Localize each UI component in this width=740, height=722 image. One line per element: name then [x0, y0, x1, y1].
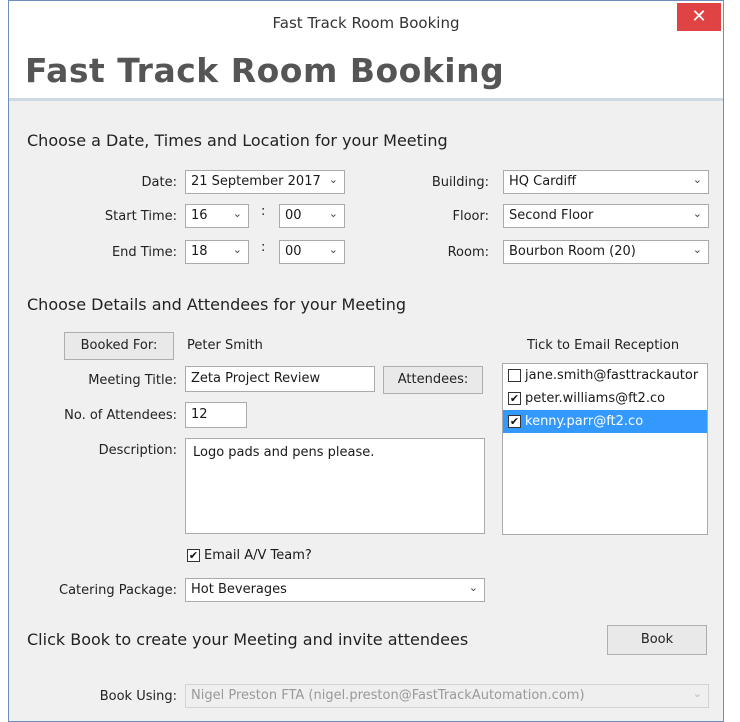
floor-value: Second Floor — [509, 208, 594, 223]
chevron-down-icon: ⌄ — [232, 243, 242, 256]
end-hour-select[interactable]: 18 ⌄ — [185, 240, 249, 264]
reception-email: peter.williams@ft2.co — [525, 391, 666, 406]
booked-for-button[interactable]: Booked For: — [64, 332, 174, 360]
meeting-title-label: Meeting Title: — [88, 373, 177, 388]
date-picker[interactable]: 21 September 2017 ⌄ — [185, 170, 345, 194]
chevron-down-icon: ⌄ — [328, 173, 338, 186]
checkbox-checked-icon: ✔ — [187, 549, 200, 562]
chevron-down-icon: ⌄ — [328, 243, 338, 256]
section-date-location-heading: Choose a Date, Times and Location for yo… — [27, 131, 448, 150]
app-window: Fast Track Room Booking ✕ Fast Track Roo… — [8, 0, 724, 722]
attendees-button[interactable]: Attendees: — [383, 366, 483, 394]
catering-label: Catering Package: — [59, 583, 177, 598]
end-minute-select[interactable]: 00 ⌄ — [279, 240, 345, 264]
reception-email: jane.smith@fasttrackautor — [525, 368, 699, 383]
start-minute-value: 00 — [285, 208, 302, 223]
start-minute-select[interactable]: 00 ⌄ — [279, 204, 345, 228]
floor-label: Floor: — [452, 209, 490, 224]
list-item[interactable]: jane.smith@fasttrackautor — [503, 364, 707, 387]
book-using-label: Book Using: — [99, 689, 177, 704]
chevron-down-icon: ⌄ — [692, 687, 702, 700]
start-hour-value: 16 — [191, 208, 208, 223]
building-label: Building: — [431, 175, 489, 190]
end-hour-value: 18 — [191, 244, 208, 259]
description-label: Description: — [98, 443, 177, 458]
catering-select[interactable]: Hot Beverages ⌄ — [185, 578, 485, 602]
num-attendees-label: No. of Attendees: — [64, 408, 177, 423]
chevron-down-icon: ⌄ — [692, 207, 702, 220]
checkbox-checked-icon[interactable]: ✔ — [508, 392, 521, 405]
list-item[interactable]: ✔ peter.williams@ft2.co — [503, 387, 707, 410]
floor-select[interactable]: Second Floor ⌄ — [503, 204, 709, 228]
chevron-down-icon: ⌄ — [692, 243, 702, 256]
title-bar[interactable]: Fast Track Room Booking ✕ — [9, 1, 723, 45]
checkbox-unchecked-icon[interactable] — [508, 369, 521, 382]
end-time-label: End Time: — [111, 245, 177, 260]
reception-email-list[interactable]: jane.smith@fasttrackautor ✔ peter.willia… — [502, 363, 708, 535]
reception-label: Tick to Email Reception — [527, 338, 680, 353]
time-separator: : — [261, 240, 266, 255]
book-button[interactable]: Book — [607, 625, 707, 655]
chevron-down-icon: ⌄ — [232, 207, 242, 220]
checkbox-checked-icon[interactable]: ✔ — [508, 415, 521, 428]
date-label: Date: — [141, 175, 177, 190]
close-button[interactable]: ✕ — [677, 3, 721, 31]
chevron-down-icon: ⌄ — [328, 207, 338, 220]
booked-for-value: Peter Smith — [187, 338, 263, 353]
date-value: 21 September 2017 — [191, 174, 321, 189]
description-textarea[interactable]: Logo pads and pens please. — [185, 438, 485, 534]
list-item-selected[interactable]: ✔ kenny.parr@ft2.co — [503, 410, 707, 433]
room-label: Room: — [447, 245, 489, 260]
section-details-attendees-heading: Choose Details and Attendees for your Me… — [27, 295, 407, 314]
start-hour-select[interactable]: 16 ⌄ — [185, 204, 249, 228]
section-book-heading: Click Book to create your Meeting and in… — [27, 630, 469, 649]
window-title: Fast Track Room Booking — [272, 14, 460, 32]
catering-value: Hot Beverages — [191, 582, 287, 597]
email-av-checkbox[interactable]: ✔ Email A/V Team? — [187, 548, 312, 563]
start-time-label: Start Time: — [104, 209, 177, 224]
book-using-value: Nigel Preston FTA (nigel.preston@FastTra… — [191, 688, 585, 703]
room-value: Bourbon Room (20) — [509, 244, 636, 259]
page-title: Fast Track Room Booking — [25, 51, 505, 90]
reception-email: kenny.parr@ft2.co — [525, 414, 644, 429]
chevron-down-icon: ⌄ — [468, 581, 478, 594]
email-av-label: Email A/V Team? — [204, 548, 312, 563]
time-separator: : — [261, 204, 266, 219]
building-value: HQ Cardiff — [509, 174, 577, 189]
room-select[interactable]: Bourbon Room (20) ⌄ — [503, 240, 709, 264]
app-header: Fast Track Room Booking — [9, 45, 723, 101]
book-using-select: Nigel Preston FTA (nigel.preston@FastTra… — [185, 684, 709, 708]
end-minute-value: 00 — [285, 244, 302, 259]
num-attendees-input[interactable]: 12 — [185, 402, 247, 428]
chevron-down-icon: ⌄ — [692, 173, 702, 186]
meeting-title-input[interactable]: Zeta Project Review — [185, 366, 375, 392]
building-select[interactable]: HQ Cardiff ⌄ — [503, 170, 709, 194]
